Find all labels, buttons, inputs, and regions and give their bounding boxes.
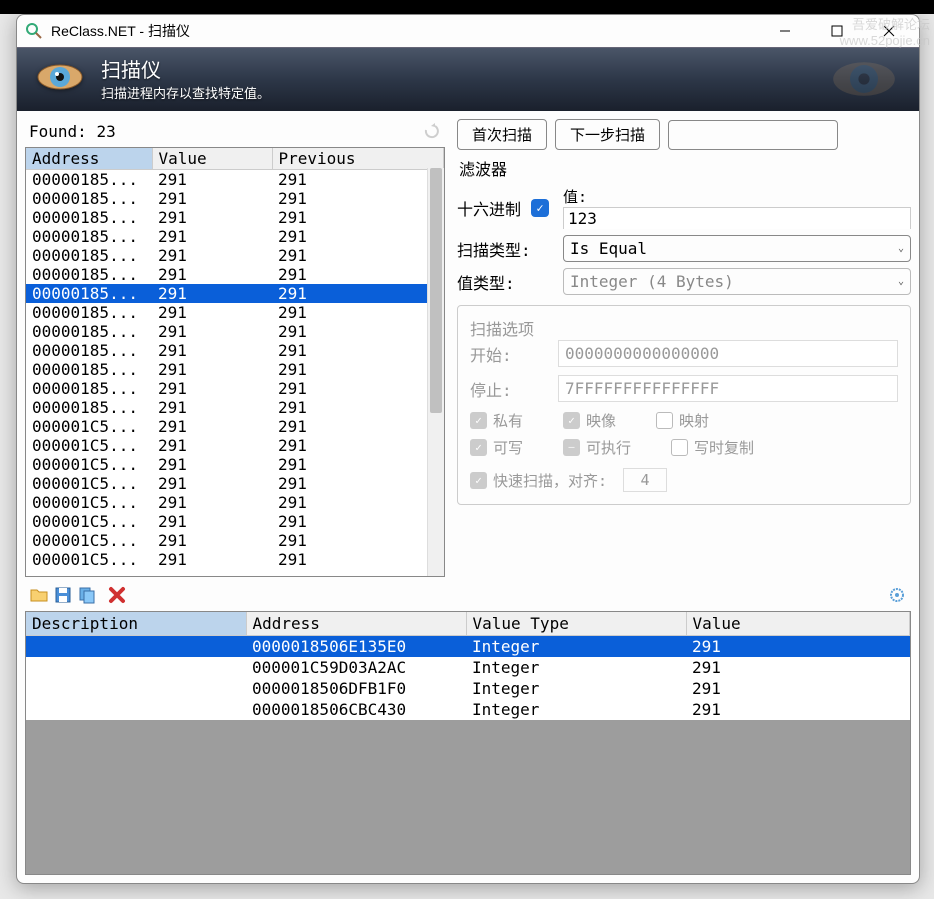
copy-icon[interactable] — [77, 585, 97, 605]
col-previous[interactable]: Previous — [272, 148, 444, 170]
col-value[interactable]: Value — [152, 148, 272, 170]
start-label: 开始: — [470, 342, 550, 366]
close-button[interactable] — [867, 17, 911, 45]
titlebar[interactable]: ReClass.NET - 扫描仪 — [17, 15, 919, 47]
value-type-select[interactable]: Integer (4 Bytes)⌄ — [563, 268, 911, 295]
table-row[interactable]: 000001C5...291291 — [26, 512, 444, 531]
col-address[interactable]: Address — [26, 148, 152, 170]
table-row[interactable]: 0000018506DFB1F0Integer291 — [26, 678, 910, 699]
value-input[interactable] — [563, 207, 911, 229]
table-row[interactable]: 000001C5...291291 — [26, 436, 444, 455]
minimize-button[interactable] — [763, 17, 807, 45]
header-banner: 扫描仪 扫描进程内存以查找特定值。 — [17, 47, 919, 111]
banner-subtitle: 扫描进程内存以查找特定值。 — [101, 83, 270, 102]
background-strip — [0, 0, 934, 14]
stop-label: 停止: — [470, 377, 550, 401]
table-row[interactable]: 00000185...291291 — [26, 170, 444, 190]
ghost-eye-icon — [829, 58, 899, 105]
stop-input[interactable] — [558, 375, 898, 402]
table-row[interactable]: 00000185...291291 — [26, 265, 444, 284]
maximize-button[interactable] — [815, 17, 859, 45]
table-row[interactable]: 000001C5...291291 — [26, 474, 444, 493]
col-value2[interactable]: Value — [686, 612, 910, 636]
writable-checkbox[interactable]: ✓ — [470, 439, 487, 456]
table-row[interactable]: 00000185...291291 — [26, 227, 444, 246]
first-scan-button[interactable]: 首次扫描 — [457, 119, 547, 150]
open-icon[interactable] — [29, 585, 49, 605]
table-row[interactable]: 000001C5...291291 — [26, 417, 444, 436]
table-row[interactable]: 00000185...291291 — [26, 341, 444, 360]
private-checkbox[interactable]: ✓ — [470, 412, 487, 429]
image-checkbox[interactable]: ✓ — [563, 412, 580, 429]
address-list-table[interactable]: Description Address Value Type Value 000… — [25, 611, 911, 875]
table-row[interactable]: 00000185...291291 — [26, 246, 444, 265]
col-address2[interactable]: Address — [246, 612, 466, 636]
scanner-window: ReClass.NET - 扫描仪 扫描仪 扫描进程内存以查找特定值。 Foun… — [16, 14, 920, 884]
filter-header: 滤波器 — [457, 156, 911, 180]
save-icon[interactable] — [53, 585, 73, 605]
executable-checkbox[interactable] — [563, 439, 580, 456]
next-scan-button[interactable]: 下一步扫描 — [555, 119, 660, 150]
eye-icon — [35, 62, 85, 97]
table-row[interactable]: 00000185...291291 — [26, 398, 444, 417]
undo-icon[interactable] — [421, 121, 441, 141]
value-type-label: 值类型: — [457, 270, 557, 294]
mapped-checkbox[interactable] — [656, 412, 673, 429]
table-row[interactable]: 000001C5...291291 — [26, 550, 444, 569]
table-row[interactable]: 00000185...291291 — [26, 284, 444, 303]
found-count: 23 — [96, 122, 115, 141]
table-row[interactable]: 00000185...291291 — [26, 303, 444, 322]
align-input[interactable]: 4 — [623, 468, 667, 492]
found-label: Found: 23 — [29, 122, 116, 141]
progress-placeholder — [668, 120, 838, 150]
chevron-down-icon: ⌄ — [898, 243, 904, 254]
table-row[interactable]: 00000185...291291 — [26, 360, 444, 379]
scan-type-select[interactable]: Is Equal⌄ — [563, 235, 911, 262]
hex-checkbox[interactable]: ✓ — [531, 199, 549, 217]
col-description[interactable]: Description — [26, 612, 246, 636]
banner-title: 扫描仪 — [101, 54, 270, 83]
table-row[interactable]: 0000018506CBC430Integer291 — [26, 699, 910, 720]
table-row[interactable]: 00000185...291291 — [26, 189, 444, 208]
table-row[interactable]: 00000185...291291 — [26, 379, 444, 398]
start-input[interactable] — [558, 340, 898, 367]
table-row[interactable]: 000001C5...291291 — [26, 455, 444, 474]
table-row[interactable]: 00000185...291291 — [26, 208, 444, 227]
delete-icon[interactable] — [107, 585, 127, 605]
chevron-down-icon: ⌄ — [898, 276, 904, 287]
table-row[interactable]: 000001C5...291291 — [26, 493, 444, 512]
app-icon — [25, 22, 43, 40]
window-title: ReClass.NET - 扫描仪 — [51, 21, 755, 41]
hex-label: 十六进制 — [457, 196, 521, 220]
options-legend: 扫描选项 — [470, 320, 534, 339]
fast-scan-checkbox[interactable]: ✓ — [470, 472, 487, 489]
settings-icon[interactable] — [887, 585, 907, 605]
col-valuetype[interactable]: Value Type — [466, 612, 686, 636]
scan-type-label: 扫描类型: — [457, 237, 557, 261]
table-row[interactable]: 000001C5...291291 — [26, 531, 444, 550]
cow-checkbox[interactable] — [671, 439, 688, 456]
value-label: 值: — [563, 186, 911, 207]
table-row[interactable]: 00000185...291291 — [26, 322, 444, 341]
table-row[interactable]: 000001C59D03A2ACInteger291 — [26, 657, 910, 678]
table-row[interactable]: 0000018506E135E0Integer291 — [26, 636, 910, 658]
scan-options-group: 扫描选项 开始: 停止: ✓私有 ✓映像 映射 ✓ — [457, 305, 911, 505]
scrollbar[interactable] — [427, 168, 444, 576]
results-table[interactable]: Address Value Previous 00000185...291291… — [25, 147, 445, 577]
